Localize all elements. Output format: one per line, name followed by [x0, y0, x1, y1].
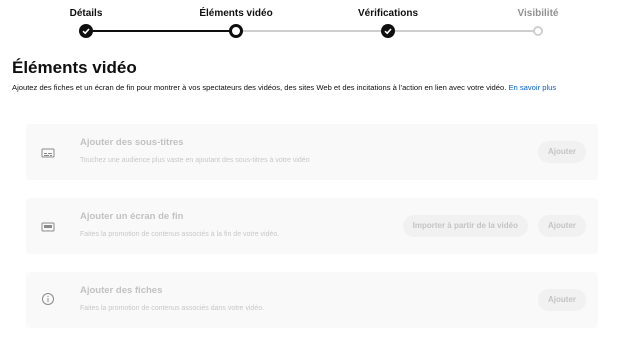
end-screen-icon	[41, 220, 55, 232]
stepper-track-done	[86, 30, 236, 32]
add-subtitles-subtitle: Touchez une audience plus vaste en ajout…	[80, 157, 310, 164]
progress-stepper: Détails Éléments vidéo Vérifications Vis…	[0, 0, 620, 48]
add-cards-card: Ajouter des fiches Faites la promotion d…	[26, 272, 598, 328]
add-end-screen-card: Ajouter un écran de fin Faites la promot…	[26, 198, 598, 254]
step-visibility-label[interactable]: Visibilité	[518, 8, 559, 19]
add-subtitles-title: Ajouter des sous-titres	[80, 137, 184, 148]
step-video-elements-label[interactable]: Éléments vidéo	[199, 8, 272, 19]
step-details-check-icon[interactable]	[79, 24, 93, 38]
page-description-text: Ajoutez des fiches et un écran de fin po…	[12, 83, 507, 92]
page-title: Éléments vidéo	[12, 58, 137, 77]
add-cards-title: Ajouter des fiches	[80, 285, 163, 296]
step-checks-check-icon[interactable]	[381, 24, 395, 38]
add-end-screen-button[interactable]: Ajouter	[538, 215, 586, 237]
add-end-screen-subtitle: Faites la promotion de contenus associés…	[80, 231, 280, 238]
add-subtitles-button[interactable]: Ajouter	[538, 141, 586, 163]
step-checks-label[interactable]: Vérifications	[358, 8, 418, 19]
info-icon	[41, 292, 55, 306]
subtitles-icon	[41, 146, 55, 158]
add-cards-subtitle: Faites la promotion de contenus associés…	[80, 305, 265, 312]
learn-more-link[interactable]: En savoir plus	[508, 83, 556, 92]
add-subtitles-card: Ajouter des sous-titres Touchez une audi…	[26, 124, 598, 180]
step-video-elements-current-icon[interactable]	[229, 24, 243, 38]
page-description: Ajoutez des fiches et un écran de fin po…	[12, 82, 612, 93]
step-visibility-pending-icon[interactable]	[533, 26, 543, 36]
add-cards-button[interactable]: Ajouter	[538, 289, 586, 311]
add-end-screen-title: Ajouter un écran de fin	[80, 211, 184, 222]
import-from-video-button[interactable]: Importer à partir de la vidéo	[402, 215, 528, 237]
step-details-label[interactable]: Détails	[70, 8, 103, 19]
